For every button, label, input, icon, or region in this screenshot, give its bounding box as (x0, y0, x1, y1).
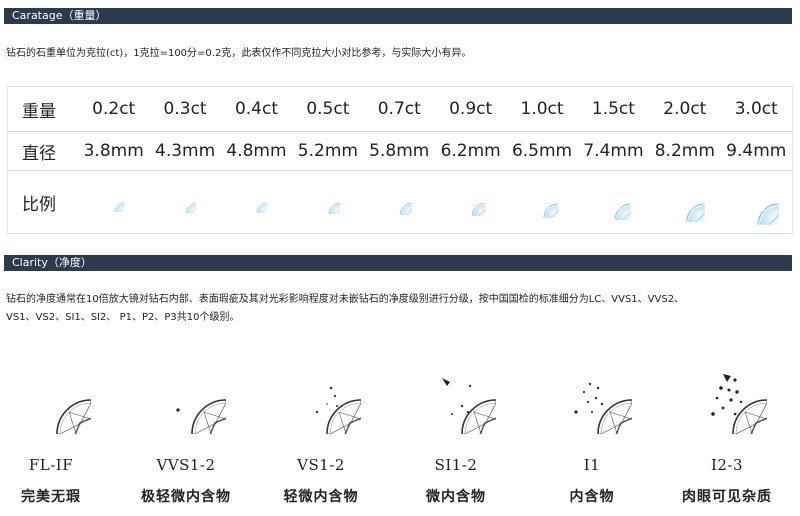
weight-cell: 0.4ct (220, 87, 293, 132)
caratage-note: 钻石的石重单位为克拉(ct)，1克拉=100分=0.2克，此表仅作不同克拉大小对… (6, 48, 472, 59)
weight-cell: 0.3ct (149, 87, 221, 132)
row-label-ratio: 比例 (22, 194, 56, 215)
weight-cell: 1.5ct (577, 87, 650, 132)
diamond-size-icon (78, 171, 149, 234)
clarity-grade-item: I1 内含物 (527, 354, 657, 506)
clarity-grade-desc: 完美无瑕 (21, 489, 81, 505)
clarity-grade-item: VVS1-2 极轻微内含物 (121, 354, 251, 506)
diamond-clarity-diagram-icon (176, 354, 226, 434)
diamond-clarity-diagram-icon (11, 354, 91, 434)
clarity-grade-chart: FL-IF 完美无瑕 VVS1-2 极轻微内含物 VS1-2 轻微内含物 SI1… (0, 354, 800, 516)
diamond-size-icon (649, 171, 720, 234)
clarity-grade-item: FL-IF 完美无瑕 (0, 354, 116, 506)
weight-cell: 0.9ct (434, 87, 507, 132)
clarity-grade-item: SI1-2 微内含物 (391, 354, 521, 506)
clarity-grade-label: FL-IF (28, 456, 74, 474)
diamond-size-icon (578, 171, 649, 234)
diameter-cell: 4.8mm (220, 131, 293, 171)
diamond-size-icon (364, 171, 435, 234)
diameter-cell: 6.5mm (506, 131, 578, 171)
diamond-size-icon (292, 171, 363, 234)
caratage-section-header: Caratage（重量） (4, 8, 792, 24)
table-row-ratio: 比例 (8, 171, 792, 234)
table-row-diameter: 直径 3.8mm 4.3mm 4.8mm 5.2mm 5.8mm 6.2mm 6… (8, 131, 792, 171)
clarity-note-line: VS1、VS2、SI1、SI2、 P1、P2、P3共10个级别。 (6, 312, 240, 323)
clarity-grade-desc: 极轻微内含物 (141, 489, 231, 505)
weight-cell: 0.7ct (363, 87, 435, 132)
weight-cell: 0.5ct (292, 87, 364, 132)
clarity-section-header: Clarity（净度） (4, 255, 792, 271)
diameter-cell: 4.3mm (149, 131, 221, 171)
diameter-cell: 3.8mm (78, 131, 150, 171)
diameter-cell: 5.8mm (363, 131, 435, 171)
clarity-grade-item: I2-3 肉眼可见杂质 (662, 354, 792, 506)
diamond-clarity-diagram-icon (574, 382, 632, 434)
clarity-grade-desc: 微内含物 (426, 489, 486, 505)
diamond-size-icon (721, 171, 792, 234)
clarity-title: Clarity（净度） (12, 256, 92, 269)
table-row-weight: 重量 0.2ct 0.3ct 0.4ct 0.5ct 0.7ct 0.9ct 1… (8, 87, 792, 132)
caratage-title: Caratage（重量） (12, 9, 107, 22)
clarity-grade-label: VS1-2 (297, 456, 345, 474)
diamond-clarity-diagram-icon (711, 374, 767, 434)
weight-cell: 2.0ct (649, 87, 721, 132)
clarity-note: 钻石的净度通常在10倍放大镜对钻石内部、表面瑕疵及其对光彩影响程度对未嵌钻石的净… (6, 291, 684, 327)
clarity-grade-label: I2-3 (710, 456, 744, 474)
diameter-cell: 7.4mm (577, 131, 650, 171)
clarity-grade-desc: 肉眼可见杂质 (682, 489, 772, 505)
row-label-diameter: 直径 (8, 131, 78, 171)
clarity-grade-item: VS1-2 轻微内含物 (256, 354, 386, 506)
diameter-cell: 5.2mm (292, 131, 364, 171)
diameter-cell: 6.2mm (434, 131, 507, 171)
weight-cell: 3.0ct (720, 87, 792, 132)
diamond-size-icon (149, 171, 220, 234)
clarity-grade-label: SI1-2 (434, 456, 478, 474)
diamond-clarity-diagram-icon (442, 378, 496, 434)
clarity-grade-label: I1 (583, 456, 601, 474)
diameter-cell: 9.4mm (720, 131, 792, 171)
clarity-grade-desc: 内含物 (569, 489, 615, 505)
diamond-size-icon (221, 171, 292, 234)
row-label-weight: 重量 (8, 87, 78, 132)
diameter-cell: 8.2mm (649, 131, 721, 171)
weight-cell: 1.0ct (506, 87, 578, 132)
carat-comparison-table: 重量 0.2ct 0.3ct 0.4ct 0.5ct 0.7ct 0.9ct 1… (8, 87, 792, 233)
diamond-size-icon (435, 171, 506, 234)
diamond-clarity-diagram-icon (315, 386, 361, 434)
clarity-note-line: 钻石的净度通常在10倍放大镜对钻石内部、表面瑕疵及其对光彩影响程度对未嵌钻石的净… (6, 294, 685, 305)
weight-cell: 0.2ct (78, 87, 150, 132)
diamond-size-icon (506, 171, 577, 234)
clarity-grade-desc: 轻微内含物 (283, 489, 359, 505)
clarity-grade-label: VVS1-2 (156, 456, 216, 474)
